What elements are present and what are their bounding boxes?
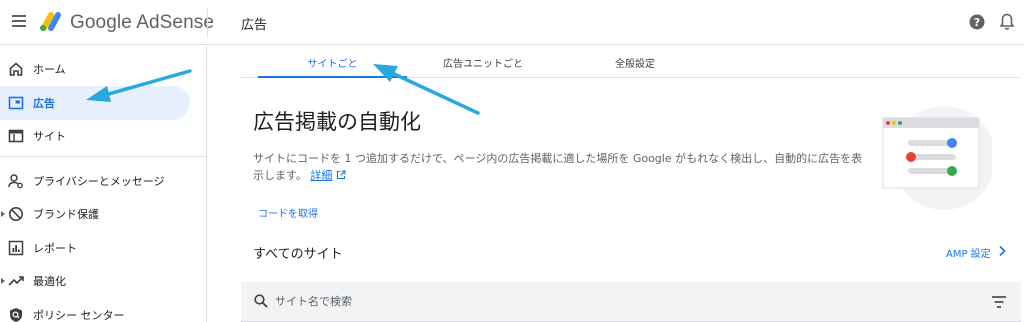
sidebar-item-label: 最適化 [33, 275, 66, 288]
help-icon[interactable]: ? [969, 14, 985, 30]
description-text: 示します。 [253, 169, 307, 182]
brand-name: Google AdSense [70, 12, 215, 33]
sidebar-item-ads[interactable]: 広告 [0, 86, 190, 120]
open-in-new-icon[interactable] [336, 170, 346, 180]
block-icon [9, 207, 23, 221]
svg-text:?: ? [974, 16, 980, 29]
auto-ads-illustration [882, 106, 992, 210]
sidebar-item-label: ホーム [33, 63, 66, 76]
report-icon [8, 240, 24, 256]
auto-ads-heading: 広告掲載の自動化 [253, 110, 421, 134]
tab-bar: サイトごと 広告ユニットごと 全般設定 [241, 46, 1021, 78]
chevron-right-icon[interactable] [998, 245, 1006, 257]
top-divider [207, 8, 208, 38]
site-search-input[interactable] [275, 290, 875, 312]
description-text: サイトにコードを 1 つ追加するだけで、ページ内の広告掲載に適した場所を Goo… [253, 152, 863, 165]
sidebar-item-reports[interactable]: レポート [0, 231, 190, 265]
home-icon [9, 62, 23, 76]
page-title: 広告 [241, 18, 268, 33]
sidebar-item-label: サイト [33, 130, 66, 143]
get-code-button[interactable]: コードを取得 [258, 205, 318, 220]
tab-by-site[interactable]: サイトごと [258, 46, 407, 78]
all-sites-title: すべてのサイト [253, 247, 343, 262]
site-search-bar [241, 282, 1021, 322]
sidebar: ホーム 広告 サイト プライバシーとメッセージ ブランド保護 レポート 最適化 … [0, 46, 207, 322]
sidebar-item-label: ポリシー センター [33, 309, 125, 322]
amp-settings-link[interactable]: AMP 設定 [946, 245, 991, 260]
menu-icon[interactable] [9, 12, 29, 32]
auto-ads-description: サイトにコードを 1 つ追加するだけで、ページ内の広告掲載に適した場所を Goo… [253, 150, 873, 184]
sites-icon [8, 129, 24, 143]
details-link[interactable]: 詳細 [310, 169, 332, 182]
sidebar-item-label: 広告 [33, 97, 55, 110]
trending-up-icon [8, 276, 24, 286]
expand-caret-icon[interactable] [1, 211, 5, 217]
sidebar-item-label: プライバシーとメッセージ [33, 175, 165, 188]
sidebar-item-optimization[interactable]: 最適化 [0, 264, 190, 298]
active-tab-indicator [258, 76, 407, 78]
notifications-icon[interactable] [999, 13, 1015, 31]
sidebar-item-policy[interactable]: ポリシー センター [0, 298, 190, 322]
tab-by-ad-unit[interactable]: 広告ユニットごと [407, 46, 559, 78]
sidebar-item-label: レポート [33, 242, 77, 255]
filter-icon[interactable] [991, 295, 1007, 309]
policy-icon [10, 308, 22, 322]
sidebar-item-sites[interactable]: サイト [0, 119, 190, 153]
sidebar-item-privacy[interactable]: プライバシーとメッセージ [0, 164, 190, 198]
tab-general-settings[interactable]: 全般設定 [559, 46, 711, 78]
sidebar-item-label: ブランド保護 [33, 208, 99, 221]
ads-icon [8, 96, 24, 110]
sidebar-item-home[interactable]: ホーム [0, 52, 190, 86]
adsense-logo [40, 12, 61, 31]
sidebar-item-brand-safety[interactable]: ブランド保護 [0, 197, 190, 231]
sidebar-divider [0, 156, 207, 157]
top-app-bar: Google AdSense 広告 ? [0, 0, 1024, 45]
privacy-icon [8, 174, 23, 189]
expand-caret-icon[interactable] [1, 278, 5, 284]
search-icon [254, 294, 268, 308]
